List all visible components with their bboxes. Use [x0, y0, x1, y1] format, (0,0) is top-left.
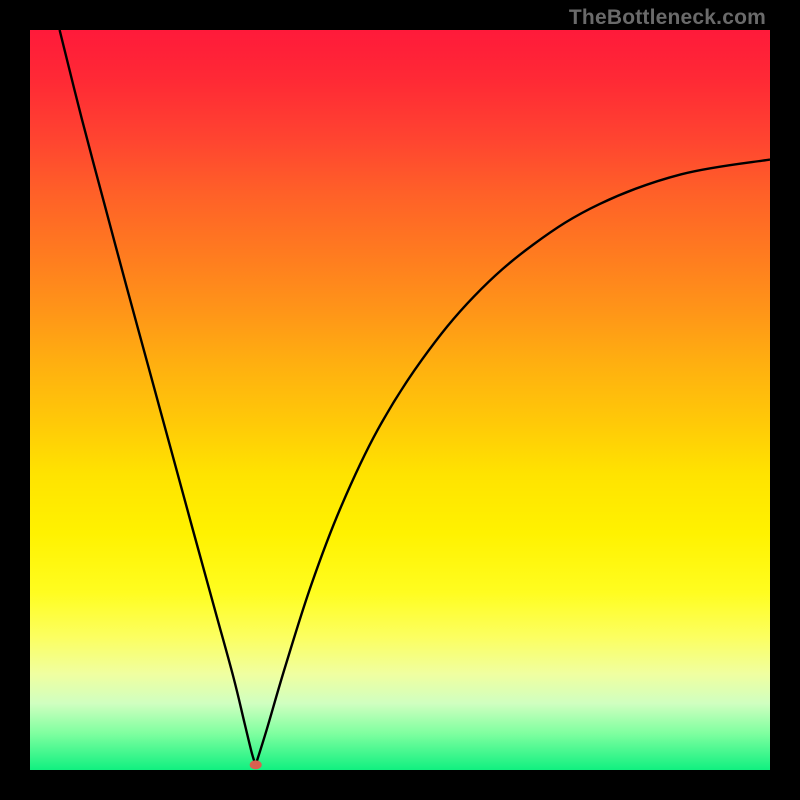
- minimum-marker: [250, 760, 262, 769]
- watermark-text: TheBottleneck.com: [569, 6, 766, 30]
- curve-svg: [30, 30, 770, 770]
- left-branch-curve: [60, 30, 256, 765]
- right-branch-curve: [256, 160, 770, 765]
- chart-container: TheBottleneck.com: [0, 0, 800, 800]
